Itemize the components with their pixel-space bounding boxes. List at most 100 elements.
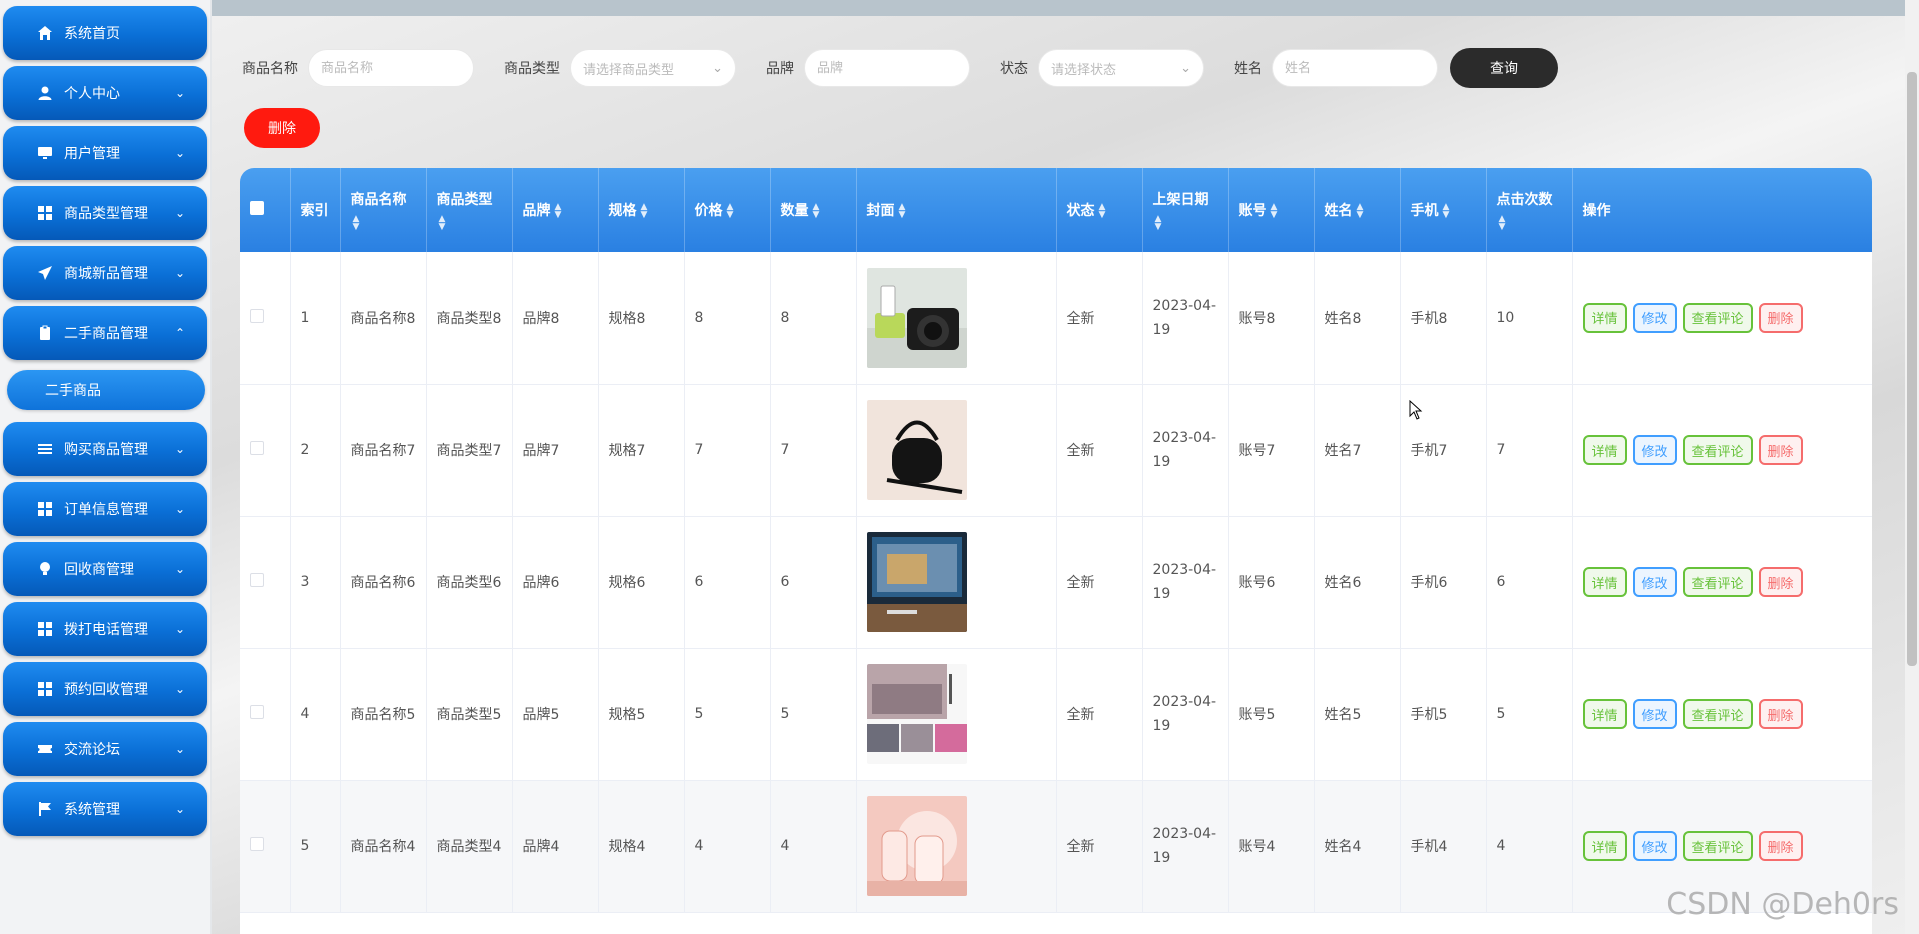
column-header[interactable]: 规格 ▲ ▼ <box>598 168 685 252</box>
scrollbar-thumb[interactable] <box>1907 72 1917 666</box>
column-header-label: 数量 <box>780 203 809 219</box>
sidebar-item-3[interactable]: 商品类型管理 ⌄ <box>3 186 207 240</box>
sidebar-item-12[interactable]: 系统管理 ⌄ <box>3 782 207 836</box>
sidebar-item-1[interactable]: 个人中心 ⌄ <box>3 66 207 120</box>
account-cell: 账号5 <box>1228 648 1315 780</box>
sidebar-item-8[interactable]: 回收商管理 ⌄ <box>3 542 207 596</box>
row-delete-button[interactable]: 删除 <box>1758 302 1803 333</box>
edit-button[interactable]: 修改 <box>1632 699 1677 729</box>
column-header[interactable]: 状态 ▲ ▼ <box>1056 168 1143 252</box>
detail-button[interactable]: 详情 <box>1582 831 1627 861</box>
brand-input[interactable] <box>804 49 970 87</box>
edit-button[interactable]: 修改 <box>1632 567 1677 597</box>
edit-button[interactable]: 修改 <box>1632 302 1677 333</box>
column-header[interactable]: 封面 ▲ ▼ <box>856 168 1057 252</box>
column-header[interactable]: 商品类型 ▲ ▼ <box>426 168 513 252</box>
row-select-cell <box>240 780 291 912</box>
column-header[interactable]: 价格 ▲ ▼ <box>684 168 771 252</box>
column-header[interactable]: 数量 ▲ ▼ <box>770 168 857 252</box>
grid-icon <box>36 204 54 222</box>
table-row[interactable]: 4 商品名称5 商品类型5 品牌5 规格5 5 5 全新 2023-04-19 账号5 姓名5 手机5… <box>240 648 1872 780</box>
sidebar-item-11[interactable]: 交流论坛 ⌄ <box>3 722 207 776</box>
sidebar-item-7[interactable]: 订单信息管理 ⌄ <box>3 482 207 536</box>
table-row[interactable]: 3 商品名称6 商品类型6 品牌6 规格6 6 6 全新 2023-04-19 账号6 姓名6 手机6… <box>240 516 1872 648</box>
column-header[interactable]: 姓名 ▲ ▼ <box>1314 168 1401 252</box>
cover-image <box>866 796 1046 896</box>
product-type-placeholder: 请选择商品类型 <box>583 62 675 78</box>
sort-icon[interactable]: ▲ ▼ <box>439 215 502 232</box>
cover-image <box>866 400 1046 500</box>
view-comments-button[interactable]: 查看评论 <box>1682 567 1753 597</box>
edit-button[interactable]: 修改 <box>1632 831 1677 861</box>
sort-icon[interactable]: ▲ ▼ <box>1499 215 1562 232</box>
account-cell: 账号6 <box>1228 516 1315 648</box>
sort-icon[interactable]: ▲ ▼ <box>727 203 734 220</box>
sidebar-item-2[interactable]: 用户管理 ⌄ <box>3 126 207 180</box>
sort-icon[interactable]: ▲ ▼ <box>813 203 820 220</box>
row-delete-button[interactable]: 删除 <box>1758 831 1803 861</box>
status-select[interactable]: 请选择状态 ⌄ <box>1038 49 1204 87</box>
row-checkbox[interactable] <box>250 308 264 323</box>
brand-cell: 品牌6 <box>512 516 599 648</box>
date-cell: 2023-04-19 <box>1142 384 1229 516</box>
batch-delete-button[interactable]: 删除 <box>244 108 320 148</box>
table-row[interactable]: 2 商品名称7 商品类型7 品牌7 规格7 7 7 全新 2023-04-19 账号7 姓名7 手机7… <box>240 384 1872 516</box>
detail-button[interactable]: 详情 <box>1582 567 1627 597</box>
edit-button[interactable]: 修改 <box>1632 435 1677 465</box>
clicks-cell: 7 <box>1486 384 1573 516</box>
brand-cell: 品牌4 <box>512 780 599 912</box>
view-comments-button[interactable]: 查看评论 <box>1682 831 1753 861</box>
row-checkbox[interactable] <box>250 837 264 851</box>
sidebar-subitem-used-goods[interactable]: 二手商品 <box>7 370 205 410</box>
sort-icon[interactable]: ▲ ▼ <box>1271 203 1278 220</box>
product-name-input[interactable] <box>308 49 474 87</box>
spec-cell: 规格7 <box>598 384 685 516</box>
sort-icon[interactable]: ▲ ▼ <box>1357 203 1364 220</box>
cover-cell <box>856 648 1057 780</box>
sidebar-item-0[interactable]: 系统首页 <box>3 6 207 60</box>
chevron-down-icon: ⌄ <box>174 802 185 816</box>
page-scrollbar[interactable] <box>1905 0 1919 934</box>
view-comments-button[interactable]: 查看评论 <box>1682 699 1753 729</box>
sort-icon[interactable]: ▲ ▼ <box>899 203 906 220</box>
product-type-select[interactable]: 请选择商品类型 ⌄ <box>570 49 736 87</box>
table-row[interactable]: 5 商品名称4 商品类型4 品牌4 规格4 4 4 全新 2023-04-19 账号4 姓名4 手机4… <box>240 780 1872 912</box>
column-header[interactable]: 点击次数 ▲ ▼ <box>1486 168 1573 252</box>
table-row[interactable]: 1 商品名称8 商品类型8 品牌8 规格8 8 8 全新 2023-04-19 账号8 姓名8 手机8… <box>240 252 1872 384</box>
sidebar-item-label: 交流论坛 <box>64 742 120 758</box>
sort-icon[interactable]: ▲ ▼ <box>555 203 562 220</box>
query-button[interactable]: 查询 <box>1450 48 1558 88</box>
sort-icon[interactable]: ▲ ▼ <box>353 215 416 232</box>
row-checkbox[interactable] <box>250 573 264 587</box>
detail-button[interactable]: 详情 <box>1582 302 1627 333</box>
person-name-input[interactable] <box>1272 49 1438 87</box>
select-all-checkbox[interactable] <box>250 201 264 215</box>
sidebar-item-9[interactable]: 拨打电话管理 ⌄ <box>3 602 207 656</box>
row-delete-button[interactable]: 删除 <box>1758 567 1803 597</box>
column-header[interactable]: 品牌 ▲ ▼ <box>512 168 599 252</box>
sort-icon[interactable]: ▲ ▼ <box>1155 215 1218 232</box>
sort-icon[interactable]: ▲ ▼ <box>1443 203 1450 220</box>
view-comments-button[interactable]: 查看评论 <box>1682 435 1753 465</box>
row-delete-button[interactable]: 删除 <box>1758 699 1803 729</box>
sidebar-item-6[interactable]: 购买商品管理 ⌄ <box>3 422 207 476</box>
row-checkbox[interactable] <box>250 441 264 455</box>
sidebar-item-5[interactable]: 二手商品管理 ⌃ <box>3 306 207 360</box>
column-header[interactable]: 账号 ▲ ▼ <box>1228 168 1315 252</box>
sidebar-item-4[interactable]: 商城新品管理 ⌄ <box>3 246 207 300</box>
column-header[interactable]: 商品名称 ▲ ▼ <box>340 168 427 252</box>
row-checkbox[interactable] <box>250 705 264 719</box>
person-cell: 姓名7 <box>1314 384 1401 516</box>
column-header[interactable]: 上架日期 ▲ ▼ <box>1142 168 1229 252</box>
detail-button[interactable]: 详情 <box>1582 699 1627 729</box>
sort-icon[interactable]: ▲ ▼ <box>1099 203 1106 220</box>
sort-icon[interactable]: ▲ ▼ <box>641 203 648 220</box>
sidebar-item-10[interactable]: 预约回收管理 ⌄ <box>3 662 207 716</box>
view-comments-button[interactable]: 查看评论 <box>1682 302 1753 333</box>
qty-cell: 8 <box>770 252 857 384</box>
row-delete-button[interactable]: 删除 <box>1758 435 1803 465</box>
name-cell: 商品名称8 <box>340 252 427 384</box>
column-header-label: 姓名 <box>1324 203 1353 219</box>
column-header[interactable]: 手机 ▲ ▼ <box>1400 168 1487 252</box>
detail-button[interactable]: 详情 <box>1582 435 1627 465</box>
